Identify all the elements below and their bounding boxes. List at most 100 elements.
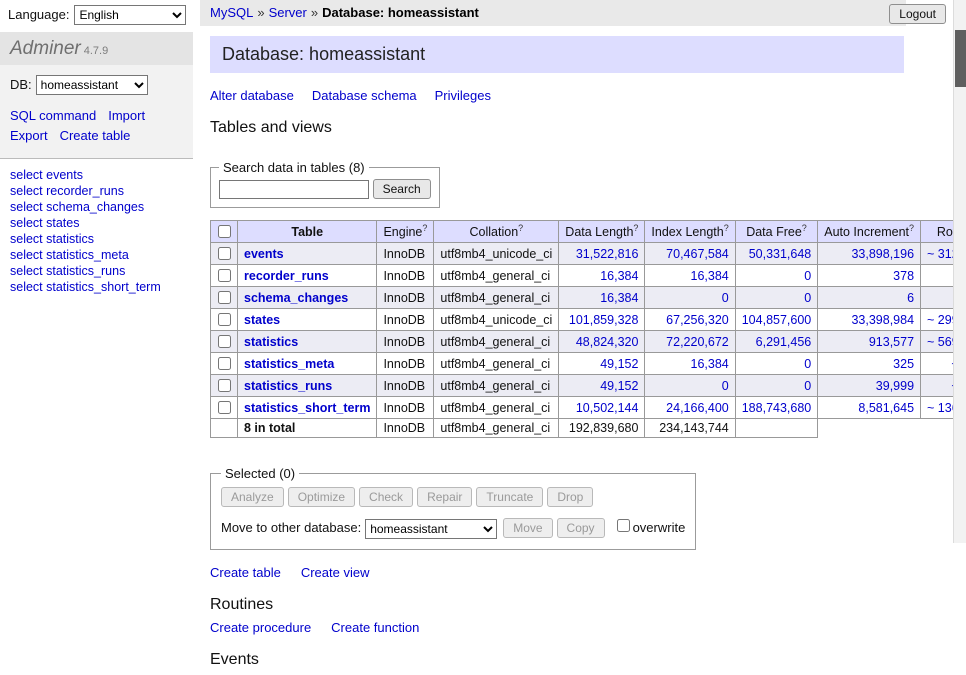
row-checkbox[interactable]: [218, 401, 231, 414]
create-view-link[interactable]: Create view: [301, 565, 370, 580]
breadcrumb-server-link[interactable]: Server: [269, 5, 307, 20]
data-free-link[interactable]: 50,331,648: [749, 247, 812, 261]
index-length-link[interactable]: 0: [722, 379, 729, 393]
data-length-link[interactable]: 101,859,328: [569, 313, 639, 327]
auto-increment-link[interactable]: 913,577: [869, 335, 914, 349]
auto-increment-link[interactable]: 6: [907, 291, 914, 305]
table-name-link[interactable]: statistics_short_term: [244, 401, 370, 415]
create-table-link[interactable]: Create table: [210, 565, 281, 580]
auto-increment-link[interactable]: 378: [893, 269, 914, 283]
scrollbar[interactable]: [953, 0, 966, 543]
row-checkbox[interactable]: [218, 357, 231, 370]
search-input[interactable]: [219, 180, 369, 199]
row-checkbox[interactable]: [218, 269, 231, 282]
breadcrumb-mysql-link[interactable]: MySQL: [210, 5, 253, 20]
sidebar-item-select-events[interactable]: select events: [10, 167, 183, 183]
help-icon[interactable]: ?: [724, 223, 729, 233]
sidebar-link-create-table[interactable]: Create table: [60, 126, 131, 146]
auto-increment-link[interactable]: 325: [893, 357, 914, 371]
table-name-link[interactable]: events: [244, 247, 284, 261]
column-header-index-length[interactable]: Index Length?: [645, 221, 735, 243]
data-length-link[interactable]: 16,384: [600, 269, 638, 283]
sidebar-item-select-states[interactable]: select states: [10, 215, 183, 231]
table-name-link[interactable]: statistics_meta: [244, 357, 334, 371]
table-name-link[interactable]: schema_changes: [244, 291, 348, 305]
db-select[interactable]: homeassistant: [36, 75, 148, 95]
table-name-link[interactable]: statistics: [244, 335, 298, 349]
column-header-auto-increment[interactable]: Auto Increment?: [818, 221, 921, 243]
repair-button[interactable]: Repair: [417, 487, 472, 507]
drop-button[interactable]: Drop: [547, 487, 593, 507]
help-icon[interactable]: ?: [422, 223, 427, 233]
row-checkbox[interactable]: [218, 379, 231, 392]
table-name-link[interactable]: states: [244, 313, 280, 327]
index-length-link[interactable]: 72,220,672: [666, 335, 729, 349]
data-length-link[interactable]: 48,824,320: [576, 335, 639, 349]
overwrite-checkbox[interactable]: [617, 519, 630, 532]
data-free-link[interactable]: 0: [804, 379, 811, 393]
analyze-button[interactable]: Analyze: [221, 487, 284, 507]
move-button[interactable]: Move: [503, 518, 552, 538]
column-header-collation[interactable]: Collation?: [434, 221, 559, 243]
adminer-logo-link[interactable]: Adminer: [10, 38, 81, 59]
data-free-link[interactable]: 188,743,680: [742, 401, 812, 415]
column-header-data-free[interactable]: Data Free?: [735, 221, 818, 243]
table-name-link[interactable]: statistics_runs: [244, 379, 332, 393]
auto-increment-link[interactable]: 33,398,984: [851, 313, 914, 327]
select-all-checkbox[interactable]: [218, 225, 231, 238]
sidebar-item-select-recorder-runs[interactable]: select recorder_runs: [10, 183, 183, 199]
column-header-data-length[interactable]: Data Length?: [559, 221, 645, 243]
sidebar-item-select-statistics-runs[interactable]: select statistics_runs: [10, 263, 183, 279]
data-length-link[interactable]: 31,522,816: [576, 247, 639, 261]
logout-button[interactable]: Logout: [889, 4, 946, 24]
help-icon[interactable]: ?: [909, 223, 914, 233]
row-checkbox[interactable]: [218, 335, 231, 348]
truncate-button[interactable]: Truncate: [476, 487, 543, 507]
create-procedure-link[interactable]: Create procedure: [210, 620, 311, 635]
auto-increment-link[interactable]: 39,999: [876, 379, 914, 393]
alter-database-link[interactable]: Alter database: [210, 88, 294, 103]
data-length-link[interactable]: 10,502,144: [576, 401, 639, 415]
index-length-link[interactable]: 16,384: [691, 269, 729, 283]
index-length-link[interactable]: 70,467,584: [666, 247, 729, 261]
search-button[interactable]: Search: [373, 179, 431, 199]
row-checkbox[interactable]: [218, 313, 231, 326]
move-db-select[interactable]: homeassistant: [365, 519, 497, 539]
help-icon[interactable]: ?: [802, 223, 807, 233]
data-free-link[interactable]: 0: [804, 269, 811, 283]
database-schema-link[interactable]: Database schema: [312, 88, 417, 103]
auto-increment-link[interactable]: 33,898,196: [851, 247, 914, 261]
check-button[interactable]: Check: [359, 487, 413, 507]
create-function-link[interactable]: Create function: [331, 620, 419, 635]
auto-increment-link[interactable]: 8,581,645: [858, 401, 914, 415]
index-length-link[interactable]: 16,384: [691, 357, 729, 371]
data-free-link[interactable]: 6,291,456: [756, 335, 812, 349]
row-checkbox[interactable]: [218, 247, 231, 260]
data-free-link[interactable]: 104,857,600: [742, 313, 812, 327]
sidebar-link-import[interactable]: Import: [108, 106, 145, 126]
sidebar-link-sql-command[interactable]: SQL command: [10, 106, 96, 126]
sidebar-item-select-statistics[interactable]: select statistics: [10, 231, 183, 247]
help-icon[interactable]: ?: [518, 223, 523, 233]
index-length-link[interactable]: 0: [722, 291, 729, 305]
row-checkbox[interactable]: [218, 291, 231, 304]
help-icon[interactable]: ?: [633, 223, 638, 233]
index-length-link[interactable]: 24,166,400: [666, 401, 729, 415]
column-header-table[interactable]: Table: [238, 221, 377, 243]
language-select[interactable]: English: [74, 5, 186, 25]
data-length-link[interactable]: 49,152: [600, 357, 638, 371]
scrollbar-thumb[interactable]: [955, 30, 966, 87]
index-length-link[interactable]: 67,256,320: [666, 313, 729, 327]
sidebar-item-select-statistics-meta[interactable]: select statistics_meta: [10, 247, 183, 263]
privileges-link[interactable]: Privileges: [435, 88, 491, 103]
table-name-link[interactable]: recorder_runs: [244, 269, 329, 283]
data-length-link[interactable]: 16,384: [600, 291, 638, 305]
data-free-link[interactable]: 0: [804, 357, 811, 371]
column-header-engine[interactable]: Engine?: [377, 221, 434, 243]
copy-button[interactable]: Copy: [557, 518, 605, 538]
data-length-link[interactable]: 49,152: [600, 379, 638, 393]
optimize-button[interactable]: Optimize: [288, 487, 355, 507]
sidebar-item-select-statistics-short-term[interactable]: select statistics_short_term: [10, 279, 183, 295]
sidebar-link-export[interactable]: Export: [10, 126, 48, 146]
sidebar-item-select-schema-changes[interactable]: select schema_changes: [10, 199, 183, 215]
